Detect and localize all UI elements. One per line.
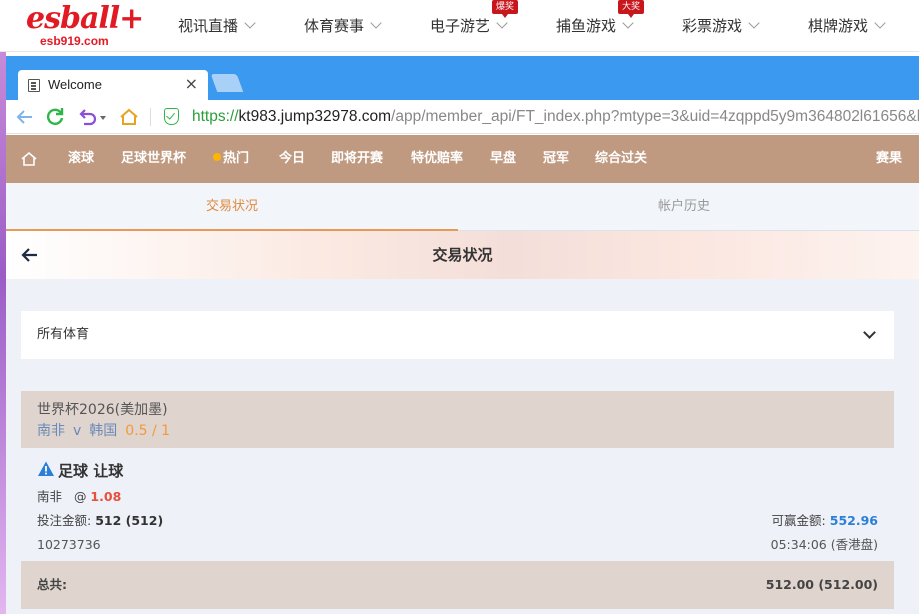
- home-team: 南非: [37, 423, 65, 439]
- league-name: 世界杯2026(美加墨): [37, 402, 168, 418]
- nav-item-label: 棋牌游戏: [808, 17, 869, 35]
- url-host: kt983.jump32978.com: [238, 108, 392, 125]
- selection-odds: 1.08: [90, 489, 122, 504]
- bet-type-label: 足球 让球: [58, 462, 124, 480]
- total-label: 总共:: [37, 577, 67, 592]
- sport-filter-select[interactable]: 所有体育: [21, 311, 894, 359]
- vs-label: v: [73, 423, 82, 439]
- sports-nav: 滚球 足球世界杯 热门 今日 即将开赛 特优赔率 早盘 冠军 综合过关 赛果: [6, 135, 919, 183]
- bet-selection: 南非 @ 1.08: [37, 488, 121, 506]
- refresh-icon[interactable]: [44, 106, 66, 128]
- home-icon[interactable]: [118, 106, 140, 128]
- win-label: 可赢金额:: [771, 513, 826, 528]
- subtabs: 交易状况 帐户历史: [6, 183, 919, 231]
- sports-nav-today[interactable]: 今日: [279, 149, 305, 169]
- nav-item-sports[interactable]: 体育赛事: [304, 14, 382, 38]
- hot-badge: 爆奖: [492, 0, 519, 18]
- stake-label: 投注金额:: [37, 513, 92, 528]
- page-icon: [28, 79, 40, 92]
- sports-nav-inplay[interactable]: 滚球: [68, 149, 94, 169]
- tab-title: Welcome: [48, 77, 102, 92]
- sport-filter-value: 所有体育: [37, 327, 90, 342]
- tab-transaction-status[interactable]: 交易状况: [6, 183, 458, 231]
- chevron-down-icon: [863, 326, 876, 339]
- chevron-down-icon: [622, 17, 634, 29]
- logo-wordmark: esball+: [26, 1, 144, 36]
- page-title: 交易状况: [432, 246, 493, 264]
- win-value: 552.96: [829, 513, 878, 528]
- main-content: 交易状况 帐户历史 交易状况 所有体育 世界杯2026(美加墨) 南非 v 韩国 0.…: [6, 183, 919, 614]
- nav-item-label: 彩票游戏: [682, 17, 743, 35]
- site-logo[interactable]: esball+ esb919.com: [26, 2, 144, 50]
- matchup: 南非 v 韩国 0.5 / 1: [37, 421, 170, 441]
- nav-item-label: 电子游艺: [430, 17, 491, 35]
- logo-domain: esb919.com: [40, 34, 109, 48]
- bet-type: 足球 让球: [37, 458, 123, 482]
- bet-time: 05:34:06 (香港盘): [770, 537, 878, 552]
- browser-tab-welcome[interactable]: Welcome ×: [18, 70, 208, 100]
- nav-item-fishing[interactable]: 大奖 捕鱼游戏: [556, 0, 645, 38]
- browser-tabstrip: Welcome ×: [6, 56, 919, 100]
- nav-item-lottery[interactable]: 彩票游戏: [682, 14, 760, 38]
- browser-toolbar: https://kt983.jump32978.com/app/member_a…: [6, 100, 919, 134]
- chevron-down-icon: [748, 17, 760, 29]
- chevron-down-icon: [370, 17, 382, 29]
- chevron-down-icon: [496, 17, 508, 29]
- url-path: /app/member_api/FT_index.php?mtype=3&uid…: [391, 108, 919, 125]
- caret-down-icon[interactable]: [100, 116, 106, 120]
- nav-item-label: 捕鱼游戏: [556, 17, 617, 35]
- back-arrow-icon[interactable]: [14, 106, 36, 128]
- nav-item-label: 体育赛事: [304, 17, 365, 35]
- nav-item-live-video[interactable]: 视讯直播: [178, 14, 256, 38]
- total-bar: 总共: 512.00 (512.00): [21, 561, 894, 609]
- win-row: 可赢金额: 552.96: [772, 512, 878, 530]
- bet-match-header: 世界杯2026(美加墨) 南非 v 韩国 0.5 / 1: [21, 391, 894, 448]
- page-header: 交易状况: [6, 231, 919, 279]
- sports-nav-hot-label: 热门: [223, 151, 250, 166]
- shield-icon[interactable]: [164, 108, 179, 125]
- site-header: esball+ esb919.com 视讯直播 体育赛事 爆奖 电子游艺 大奖 …: [0, 0, 919, 52]
- nav-item-label: 视讯直播: [178, 17, 239, 35]
- sports-nav-hot[interactable]: 热门: [213, 149, 249, 169]
- nav-item-slots[interactable]: 爆奖 电子游艺: [430, 0, 519, 38]
- sports-nav-special-odds[interactable]: 特优赔率: [411, 149, 463, 169]
- tab-account-history[interactable]: 帐户历史: [458, 183, 910, 231]
- jackpot-badge: 大奖: [618, 0, 645, 18]
- stake-row: 投注金额: 512 (512): [37, 512, 163, 530]
- address-input[interactable]: https://kt983.jump32978.com/app/member_a…: [192, 107, 919, 127]
- ticket-id: 10273736: [37, 537, 101, 552]
- hot-dot-icon: [213, 153, 221, 161]
- sports-nav-outright[interactable]: 冠军: [543, 149, 569, 169]
- warning-icon: [37, 460, 55, 478]
- sports-nav-early[interactable]: 早盘: [490, 149, 516, 169]
- url-scheme: https://: [192, 108, 239, 125]
- selection-team: 南非: [37, 489, 63, 504]
- new-tab-button[interactable]: [210, 74, 244, 92]
- nav-item-chess[interactable]: 棋牌游戏: [808, 14, 886, 38]
- undo-icon[interactable]: [76, 106, 98, 128]
- bet-card: 世界杯2026(美加墨) 南非 v 韩国 0.5 / 1 足球 让球 南非 @ 1.0…: [21, 391, 894, 614]
- close-icon[interactable]: ×: [185, 75, 198, 93]
- chevron-down-icon: [874, 17, 886, 29]
- toolbar-divider: [150, 108, 151, 126]
- home-icon[interactable]: [20, 150, 38, 168]
- sports-nav-worldcup[interactable]: 足球世界杯: [121, 149, 186, 169]
- at-symbol: @: [73, 489, 87, 504]
- sports-nav-upcoming[interactable]: 即将开赛: [331, 149, 383, 169]
- sports-nav-parlay[interactable]: 综合过关: [595, 149, 647, 169]
- chevron-down-icon: [244, 17, 256, 29]
- sports-nav-results[interactable]: 赛果: [876, 149, 902, 169]
- total-value: 512.00 (512.00): [765, 577, 878, 592]
- handicap-line: 0.5 / 1: [125, 423, 171, 439]
- stake-value: 512 (512): [95, 513, 164, 528]
- away-team: 韩国: [89, 423, 118, 439]
